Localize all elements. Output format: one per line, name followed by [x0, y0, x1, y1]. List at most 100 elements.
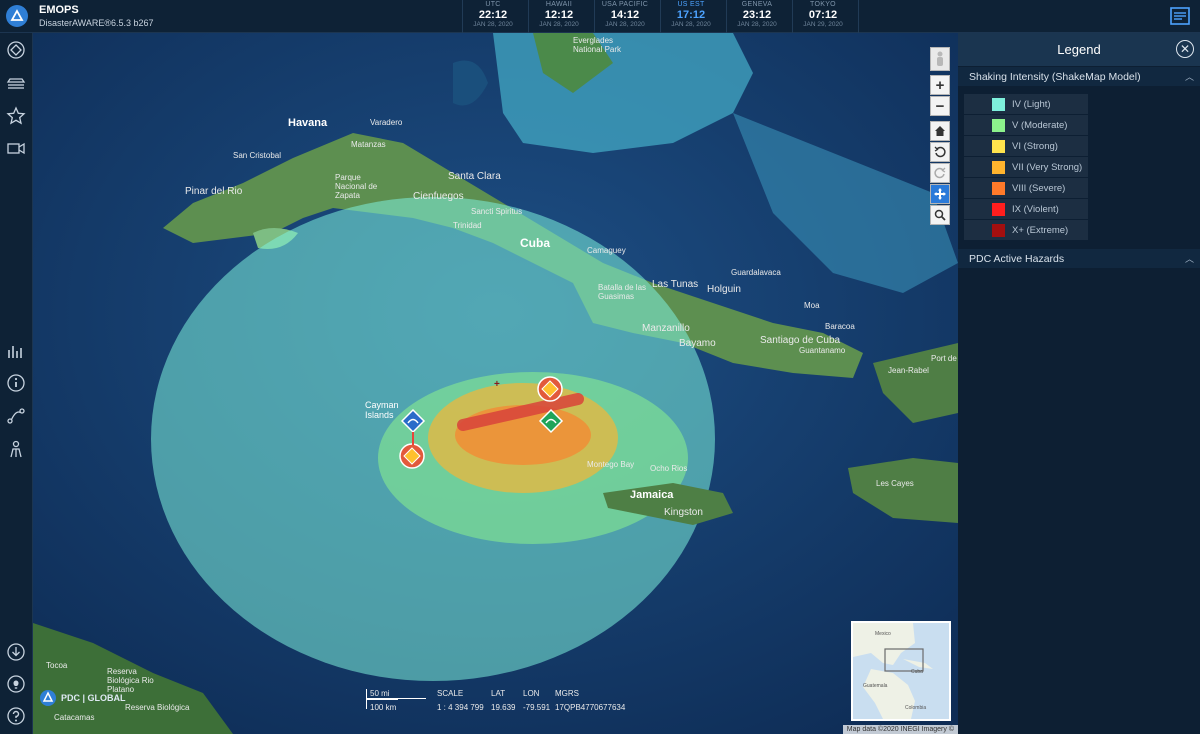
earthquake-marker[interactable] — [537, 376, 563, 402]
color-swatch — [992, 161, 1005, 174]
rotate-right-icon[interactable] — [930, 163, 950, 183]
stack-icon[interactable] — [5, 72, 27, 94]
legend-title: Legend — [1057, 42, 1101, 57]
place-label: Pinar del Rio — [185, 186, 243, 197]
intensity-row: X+ (Extreme) — [964, 220, 1088, 241]
place-label: Ocho Rios — [650, 464, 688, 473]
place-label: Bayamo — [679, 338, 716, 349]
place-label: Everglades National Park — [573, 36, 622, 54]
epicenter-cross-icon: + — [494, 379, 500, 390]
place-label: Matanzas — [351, 140, 386, 149]
map-view[interactable]: + Havana Varadero Matanzas San Cristobal… — [33, 33, 958, 734]
place-label: Santiago de Cuba — [760, 335, 841, 346]
map-canvas: + — [33, 33, 958, 734]
chart-icon[interactable] — [5, 340, 27, 362]
info-icon[interactable] — [5, 372, 27, 394]
place-label: Santa Clara — [448, 171, 501, 182]
clock-time: 12:12 — [544, 9, 574, 21]
place-label: Port de — [931, 354, 957, 363]
minimap-label: Mexico — [875, 631, 891, 637]
place-label: Les Cayes — [876, 479, 914, 488]
intensity-label: V (Moderate) — [1012, 119, 1068, 131]
legend-panel: Legend ✕ Shaking Intensity (ShakeMap Mod… — [958, 33, 1200, 734]
place-label: Sancti Spiritus — [471, 207, 523, 216]
star-icon[interactable] — [5, 105, 27, 127]
close-icon[interactable]: ✕ — [1176, 40, 1194, 58]
scale-bar-km: 100 km — [370, 703, 397, 712]
clock-zone: USA PACIFIC — [601, 1, 649, 8]
layers-diamond-icon[interactable] — [5, 39, 27, 61]
place-label: Cayman Islands — [365, 400, 399, 420]
chevron-up-icon[interactable]: ︿ — [1185, 252, 1194, 265]
place-label: Jamaica — [630, 489, 674, 501]
pegman-icon[interactable] — [930, 47, 950, 71]
help-icon[interactable] — [5, 705, 27, 727]
place-label: Baracoa — [825, 322, 855, 331]
clock-time: 22:12 — [478, 9, 508, 21]
place-label: Trinidad — [453, 221, 482, 230]
legend-section-shakemap[interactable]: Shaking Intensity (ShakeMap Model) ︿ — [958, 67, 1200, 86]
overview-minimap[interactable]: Mexico Cuba Guatemala Colombia — [851, 621, 951, 721]
minimap-label: Cuba — [911, 669, 923, 675]
color-swatch — [992, 140, 1005, 153]
app-title: EMOPS — [39, 4, 79, 16]
lightbulb-icon[interactable] — [5, 673, 27, 695]
section-label: Shaking Intensity (ShakeMap Model) — [969, 70, 1141, 83]
intensity-row: VII (Very Strong) — [964, 157, 1088, 178]
intensity-label: X+ (Extreme) — [1012, 224, 1069, 236]
clock-tokyo: TOKYO 07:12 JAN 29, 2020 — [792, 0, 854, 33]
clock-zone: HAWAII — [545, 1, 573, 8]
place-label: Guantanamo — [799, 346, 846, 355]
place-label: Guardalavaca — [731, 268, 781, 277]
intensity-row: VI (Strong) — [964, 136, 1088, 157]
map-attribution: Map data ©2020 INEGI Imagery © — [842, 725, 958, 734]
place-label: Kingston — [664, 507, 703, 518]
legend-section-hazards[interactable]: PDC Active Hazards ︿ — [958, 249, 1200, 268]
clock-date: JAN 28, 2020 — [473, 21, 513, 28]
scale-value: 1 : 4 394 799 — [437, 703, 484, 712]
place-label: Batalla de las Guasimas — [598, 283, 647, 301]
zoom-out-icon[interactable]: − — [930, 96, 950, 116]
zoom-in-icon[interactable]: + — [930, 75, 950, 95]
minimap-label: Guatemala — [863, 683, 888, 689]
watermark-text: PDC | GLOBAL — [61, 693, 126, 703]
panel-toggle-icon[interactable] — [1170, 6, 1190, 26]
place-label: Varadero — [370, 118, 403, 127]
clock-zone: TOKYO — [810, 1, 836, 8]
video-icon[interactable] — [5, 137, 27, 159]
clock-date: JAN 28, 2020 — [737, 21, 777, 28]
intensity-label: IX (Violent) — [1012, 203, 1059, 215]
route-icon[interactable] — [5, 405, 27, 427]
zoom-box-icon[interactable] — [930, 205, 950, 225]
earthquake-marker[interactable] — [399, 443, 425, 469]
home-icon[interactable] — [930, 121, 950, 141]
lon-label: LON — [523, 689, 540, 698]
place-label: San Cristobal — [233, 151, 282, 160]
intensity-row: VIII (Severe) — [964, 178, 1088, 199]
clock-time: 17:12 — [676, 9, 706, 21]
clock-date: JAN 29, 2020 — [803, 21, 843, 28]
clock-usa-pacific: USA PACIFIC 14:12 JAN 28, 2020 — [594, 0, 656, 33]
download-icon[interactable] — [5, 641, 27, 663]
pan-icon[interactable] — [930, 184, 950, 204]
place-label: Catacamas — [54, 713, 95, 722]
intensity-list: IV (Light) V (Moderate) VI (Strong) VII … — [964, 94, 1088, 241]
clock-zone: US EST — [677, 1, 705, 8]
people-icon[interactable] — [5, 438, 27, 460]
chevron-up-icon[interactable]: ︿ — [1185, 70, 1194, 83]
intensity-row: IV (Light) — [964, 94, 1088, 115]
place-label: Camaguey — [587, 246, 626, 255]
intensity-row: V (Moderate) — [964, 115, 1088, 136]
clock-date: JAN 28, 2020 — [539, 21, 579, 28]
rotate-left-icon[interactable] — [930, 142, 950, 162]
place-label: Jean-Rabel — [888, 366, 929, 375]
place-label: Parque Nacional de Zapata — [335, 173, 378, 200]
place-label: Moa — [804, 301, 820, 310]
clock-divider — [858, 0, 859, 33]
intensity-label: VII (Very Strong) — [1012, 161, 1083, 173]
clock-time: 14:12 — [610, 9, 640, 21]
pdc-logo-icon[interactable] — [6, 5, 28, 27]
lat-value: 19.639 — [491, 703, 516, 712]
lat-label: LAT — [491, 689, 506, 698]
minimap-canvas — [853, 623, 949, 719]
